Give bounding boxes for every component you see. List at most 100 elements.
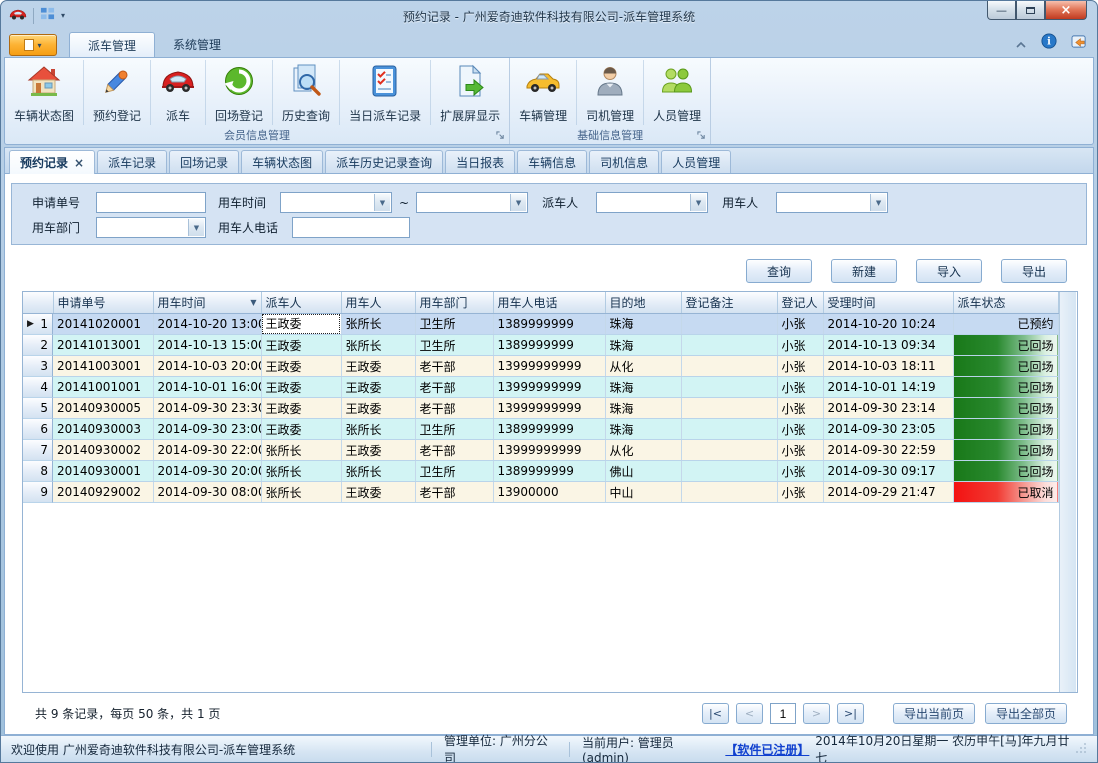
- export-all-pages-button[interactable]: 导出全部页: [985, 703, 1067, 724]
- license-registered-link[interactable]: 【软件已注册】: [725, 741, 807, 758]
- cell-user[interactable]: 张所长: [341, 419, 415, 440]
- cell-accept-time[interactable]: 2014-09-30 23:14: [823, 398, 953, 419]
- about-icon[interactable]: [1071, 34, 1088, 53]
- cell-accept-time[interactable]: 2014-09-30 23:05: [823, 419, 953, 440]
- doc-tab-driver-info[interactable]: 司机信息: [589, 150, 659, 173]
- app-menu-button[interactable]: ▾: [9, 34, 57, 56]
- cell-registrar[interactable]: 小张: [777, 356, 823, 377]
- cell-use-time[interactable]: 2014-10-03 20:00: [153, 356, 261, 377]
- extended-screen-button[interactable]: 扩展屏显示: [430, 60, 509, 125]
- cell-remark[interactable]: [681, 419, 777, 440]
- col-destination[interactable]: 目的地: [605, 292, 681, 313]
- cell-dispatcher[interactable]: 王政委: [261, 419, 341, 440]
- personnel-management-button[interactable]: 人员管理: [643, 60, 710, 125]
- chevron-down-icon[interactable]: ▼: [374, 194, 390, 211]
- cell-phone[interactable]: 13999999999: [493, 398, 605, 419]
- cell-destination[interactable]: 珠海: [605, 419, 681, 440]
- cell-user[interactable]: 王政委: [341, 377, 415, 398]
- table-row[interactable]: 5 20140930005 2014-09-30 23:30 王政委 王政委 老…: [23, 398, 1058, 419]
- table-row[interactable]: 9 20140929002 2014-09-30 08:00 张所长 王政委 老…: [23, 482, 1058, 503]
- phone-input[interactable]: [292, 217, 410, 238]
- cell-registrar[interactable]: 小张: [777, 440, 823, 461]
- doc-tab-daily-report[interactable]: 当日报表: [445, 150, 515, 173]
- cell-use-time[interactable]: 2014-09-30 20:00: [153, 461, 261, 482]
- use-time-to-combo[interactable]: ▼: [416, 192, 528, 213]
- cell-phone[interactable]: 1389999999: [493, 313, 605, 335]
- cell-dept[interactable]: 老干部: [415, 356, 493, 377]
- cell-registrar[interactable]: 小张: [777, 398, 823, 419]
- cell-order-no[interactable]: 20140930002: [53, 440, 153, 461]
- dialog-launcher-icon[interactable]: [695, 129, 707, 141]
- row-header-cell[interactable]: 6: [23, 419, 53, 440]
- vehicle-status-map-button[interactable]: 车辆状态图: [5, 60, 83, 125]
- cell-phone[interactable]: 1389999999: [493, 461, 605, 482]
- chevron-down-icon[interactable]: ▼: [510, 194, 526, 211]
- cell-use-time[interactable]: 2014-09-30 23:30: [153, 398, 261, 419]
- ribbon-tab-dispatch[interactable]: 派车管理: [69, 32, 155, 57]
- cell-order-no[interactable]: 20141020001: [53, 313, 153, 335]
- cell-remark[interactable]: [681, 377, 777, 398]
- cell-dispatch-status[interactable]: 已回场: [953, 335, 1058, 356]
- order-no-input[interactable]: [96, 192, 206, 213]
- cell-dispatch-status[interactable]: 已回场: [953, 377, 1058, 398]
- cell-dispatch-status[interactable]: 已回场: [953, 419, 1058, 440]
- cell-destination[interactable]: 珠海: [605, 313, 681, 335]
- dept-combo[interactable]: ▼: [96, 217, 206, 238]
- cell-dispatch-status[interactable]: 已回场: [953, 356, 1058, 377]
- cell-remark[interactable]: [681, 482, 777, 503]
- cell-user[interactable]: 张所长: [341, 313, 415, 335]
- cell-user[interactable]: 张所长: [341, 461, 415, 482]
- cell-order-no[interactable]: 20141001001: [53, 377, 153, 398]
- row-header-cell[interactable]: 3: [23, 356, 53, 377]
- cell-use-time[interactable]: 2014-09-30 22:00: [153, 440, 261, 461]
- row-header-cell[interactable]: 9: [23, 482, 53, 503]
- cell-accept-time[interactable]: 2014-10-13 09:34: [823, 335, 953, 356]
- cell-accept-time[interactable]: 2014-09-30 22:59: [823, 440, 953, 461]
- cell-dispatch-status[interactable]: 已回场: [953, 461, 1058, 482]
- cell-order-no[interactable]: 20140930005: [53, 398, 153, 419]
- doc-tab-dispatch-history-query[interactable]: 派车历史记录查询: [325, 150, 443, 173]
- next-page-button[interactable]: >: [803, 703, 830, 724]
- cell-dispatcher[interactable]: 王政委: [261, 377, 341, 398]
- cell-dispatch-status[interactable]: 已取消: [953, 482, 1058, 503]
- grid-vertical-scrollbar[interactable]: [1059, 292, 1076, 692]
- cell-destination[interactable]: 珠海: [605, 398, 681, 419]
- cell-destination[interactable]: 从化: [605, 356, 681, 377]
- first-page-button[interactable]: |<: [702, 703, 729, 724]
- cell-dispatch-status[interactable]: 已预约: [953, 313, 1058, 335]
- maximize-button[interactable]: [1016, 1, 1045, 20]
- query-button[interactable]: 查询: [746, 259, 812, 283]
- col-use-time[interactable]: ▼用车时间: [153, 292, 261, 313]
- doc-tab-reservation-records[interactable]: 预约记录 ×: [9, 150, 95, 174]
- cell-remark[interactable]: [681, 356, 777, 377]
- page-number-input[interactable]: [770, 703, 796, 724]
- row-header-cell[interactable]: 2: [23, 335, 53, 356]
- cell-destination[interactable]: 珠海: [605, 377, 681, 398]
- cell-dept[interactable]: 老干部: [415, 398, 493, 419]
- table-row[interactable]: 2 20141013001 2014-10-13 15:00 王政委 张所长 卫…: [23, 335, 1058, 356]
- return-register-button[interactable]: 回场登记: [205, 60, 272, 125]
- cell-order-no[interactable]: 20140929002: [53, 482, 153, 503]
- new-button[interactable]: 新建: [831, 259, 897, 283]
- cell-destination[interactable]: 佛山: [605, 461, 681, 482]
- cell-dispatcher[interactable]: 王政委: [261, 356, 341, 377]
- col-phone[interactable]: 用车人电话: [493, 292, 605, 313]
- col-remark[interactable]: 登记备注: [681, 292, 777, 313]
- import-button[interactable]: 导入: [916, 259, 982, 283]
- col-registrar[interactable]: 登记人: [777, 292, 823, 313]
- cell-phone[interactable]: 1389999999: [493, 419, 605, 440]
- cell-registrar[interactable]: 小张: [777, 419, 823, 440]
- doc-tab-personnel-management[interactable]: 人员管理: [661, 150, 731, 173]
- table-row[interactable]: 3 20141003001 2014-10-03 20:00 王政委 王政委 老…: [23, 356, 1058, 377]
- table-row[interactable]: 6 20140930003 2014-09-30 23:00 王政委 张所长 卫…: [23, 419, 1058, 440]
- cell-dispatcher[interactable]: 张所长: [261, 461, 341, 482]
- cell-user[interactable]: 王政委: [341, 356, 415, 377]
- doc-tab-return-records[interactable]: 回场记录: [169, 150, 239, 173]
- cell-registrar[interactable]: 小张: [777, 482, 823, 503]
- col-accept-time[interactable]: 受理时间: [823, 292, 953, 313]
- cell-dept[interactable]: 卫生所: [415, 461, 493, 482]
- cell-phone[interactable]: 13900000: [493, 482, 605, 503]
- cell-phone[interactable]: 13999999999: [493, 356, 605, 377]
- doc-tab-vehicle-status-map[interactable]: 车辆状态图: [241, 150, 323, 173]
- cell-use-time[interactable]: 2014-10-01 16:00: [153, 377, 261, 398]
